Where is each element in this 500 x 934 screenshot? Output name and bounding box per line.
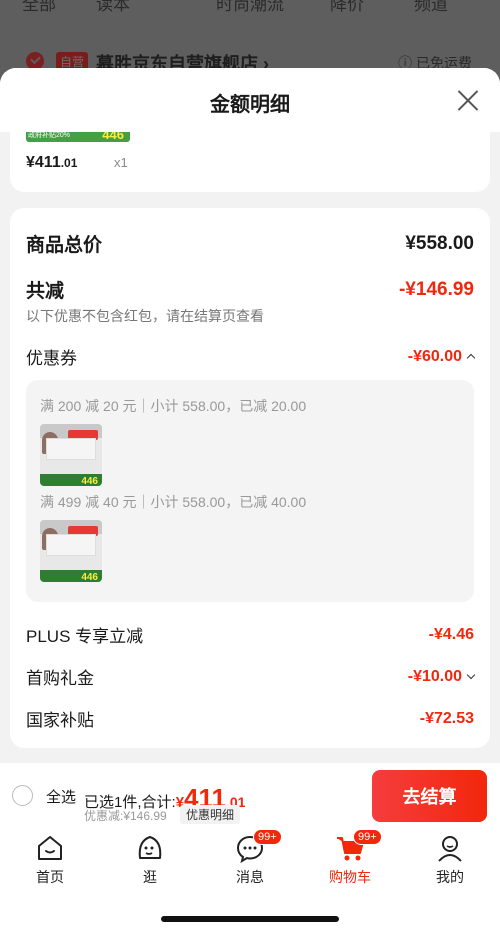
product-card: 政府补贴20% 446 ¥411.01 x1 bbox=[10, 132, 490, 192]
coupon-list: 满 200 减 20 元｜小计 558.00，已减 20.00 446 满 49… bbox=[26, 380, 474, 602]
product-thumbnail: 446 bbox=[40, 520, 102, 582]
profile-icon bbox=[438, 836, 462, 862]
coupon-value: -¥60.00 bbox=[407, 347, 462, 365]
plus-value: -¥4.46 bbox=[428, 625, 474, 643]
bg-tab: 时尚潮流 bbox=[216, 0, 284, 14]
tab-profile[interactable]: 我的 bbox=[415, 833, 485, 887]
discount-hint: 以下优惠不包含红包，请在结算页查看 bbox=[26, 308, 264, 324]
tab-label: 首页 bbox=[36, 869, 64, 885]
total-label: 商品总价 bbox=[26, 235, 103, 256]
gov-subsidy-label: 国家补贴 bbox=[26, 711, 94, 730]
home-indicator bbox=[161, 916, 339, 922]
coupon-label: 优惠券 bbox=[26, 349, 77, 368]
gov-subsidy-value: -¥72.53 bbox=[419, 709, 474, 727]
price-integer: ¥411 bbox=[26, 154, 61, 171]
bg-tab: 读本 bbox=[96, 0, 130, 14]
tab-messages[interactable]: 消息 99+ bbox=[215, 829, 285, 887]
product-price: ¥411.01 bbox=[26, 154, 77, 172]
tab-cart[interactable]: 购物车 99+ bbox=[315, 829, 385, 887]
product-image-strip: 政府补贴20% 446 bbox=[26, 132, 130, 142]
tab-label: 购物车 bbox=[329, 869, 371, 885]
total-row: 商品总价 ¥558.00 bbox=[26, 230, 474, 257]
thumb-number: 446 bbox=[81, 572, 98, 582]
reduce-row: 共减 -¥146.99 bbox=[26, 276, 474, 303]
product-thumbnail: 446 bbox=[40, 424, 102, 486]
coupon-value-group: -¥60.00 bbox=[407, 347, 476, 366]
price-decimal: .01 bbox=[60, 156, 78, 170]
sheet-title: 金额明细 bbox=[210, 94, 290, 116]
bg-tab: 全部 bbox=[22, 0, 56, 14]
plus-row: PLUS 专享立减 -¥4.46 bbox=[26, 622, 474, 647]
home-icon bbox=[38, 836, 62, 860]
message-count-badge: 99+ bbox=[253, 829, 282, 845]
gov-subsidy-row: 国家补贴 -¥72.53 bbox=[26, 706, 474, 731]
chevron-up-icon[interactable] bbox=[466, 353, 476, 363]
close-icon[interactable] bbox=[456, 88, 480, 112]
browse-face-icon bbox=[138, 836, 162, 859]
select-all-label[interactable]: 全选 bbox=[46, 786, 76, 807]
background-tabs: 全部 读本 时尚潮流 降价 频道 bbox=[0, 0, 500, 16]
discount-detail-button[interactable]: 优惠明细 bbox=[180, 805, 241, 824]
checkout-bar: 全选 已选1件,合计: ¥411.01 优惠减:¥146.99 优惠明细 去结算 bbox=[0, 763, 500, 825]
plus-label: PLUS 专享立减 bbox=[26, 627, 144, 646]
reduce-label: 共减 bbox=[26, 281, 65, 302]
strip-number: 446 bbox=[102, 132, 124, 142]
bg-tab: 降价 bbox=[330, 0, 364, 14]
chevron-down-icon[interactable] bbox=[466, 670, 476, 680]
coupon-item-text: 满 200 减 20 元｜小计 558.00，已减 20.00 bbox=[40, 398, 307, 414]
thumb-number: 446 bbox=[81, 476, 98, 486]
discount-summary: 优惠减:¥146.99 bbox=[84, 809, 167, 823]
first-purchase-value-group: -¥10.00 bbox=[407, 667, 476, 686]
first-purchase-row[interactable]: 首购礼金 -¥10.00 bbox=[26, 664, 476, 689]
tab-label: 我的 bbox=[436, 869, 464, 885]
first-purchase-value: -¥10.00 bbox=[407, 667, 462, 685]
checkout-button[interactable]: 去结算 bbox=[372, 770, 487, 822]
reduce-value: -¥146.99 bbox=[398, 278, 474, 300]
select-all-radio[interactable] bbox=[12, 785, 33, 806]
coupon-item-text: 满 499 减 40 元｜小计 558.00，已减 40.00 bbox=[40, 494, 307, 510]
total-value: ¥558.00 bbox=[405, 232, 474, 254]
bg-tab: 频道 bbox=[414, 0, 448, 14]
cart-count-badge: 99+ bbox=[353, 829, 382, 845]
strip-text: 政府补贴20% bbox=[28, 132, 71, 139]
tab-home[interactable]: 首页 bbox=[15, 833, 85, 887]
sheet-header: 金额明细 bbox=[0, 68, 500, 132]
first-purchase-label: 首购礼金 bbox=[26, 669, 94, 688]
product-quantity: x1 bbox=[114, 155, 128, 170]
tab-label: 逛 bbox=[143, 869, 157, 885]
coupon-row[interactable]: 优惠券 -¥60.00 bbox=[26, 344, 476, 369]
tab-browse[interactable]: 逛 bbox=[115, 833, 185, 887]
tab-label: 消息 bbox=[236, 869, 264, 885]
price-detail-card: 商品总价 ¥558.00 共减 -¥146.99 以下优惠不包含红包，请在结算页… bbox=[10, 208, 490, 748]
amount-detail-sheet: 金额明细 政府补贴20% 446 ¥411.01 x1 商品总价 ¥558.00… bbox=[0, 68, 500, 763]
